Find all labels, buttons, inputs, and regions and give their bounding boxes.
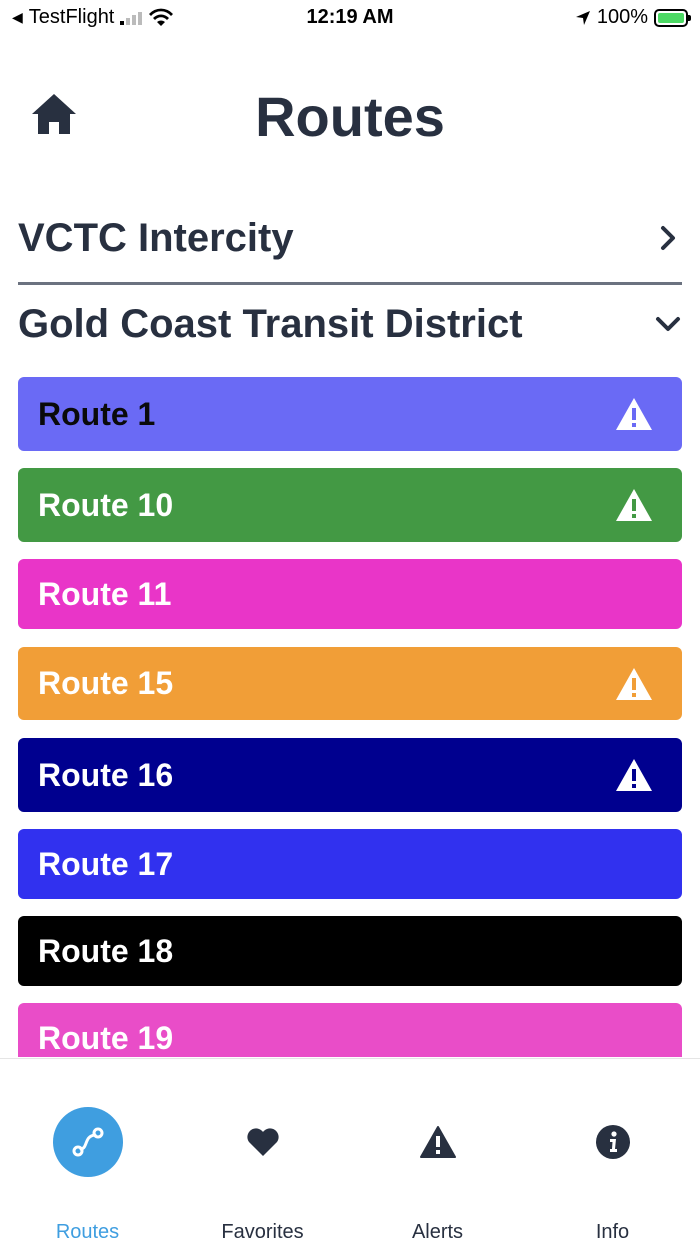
tab-routes[interactable]: Routes — [0, 1059, 175, 1244]
route-label: Route 10 — [38, 486, 174, 523]
tab-label: Favorites — [221, 1221, 304, 1243]
alert-icon — [616, 667, 652, 700]
battery-icon — [654, 8, 691, 27]
agency-row-gold-coast[interactable]: Gold Coast Transit District — [18, 284, 682, 364]
alert-triangle-icon — [403, 1107, 473, 1177]
tab-label: Routes — [55, 1221, 120, 1243]
route-item-1[interactable]: Route 1 — [18, 377, 682, 451]
chevron-down-icon — [656, 317, 680, 331]
tab-bar: Routes Favorites Alerts Info — [0, 1058, 700, 1244]
tab-label: Alerts — [411, 1221, 464, 1243]
header: Routes — [0, 80, 700, 150]
route-label: Route 17 — [38, 845, 174, 882]
route-label: Route 1 — [38, 395, 156, 432]
tab-favorites[interactable]: Favorites — [175, 1059, 350, 1244]
route-item-15[interactable]: Route 15 — [18, 647, 682, 720]
heart-icon — [228, 1107, 298, 1177]
route-item-11[interactable]: Route 11 — [18, 559, 682, 629]
route-label: Route 11 — [38, 575, 172, 612]
alert-icon — [616, 489, 652, 521]
route-label: Route 16 — [38, 756, 174, 793]
route-item-18[interactable]: Route 18 — [18, 916, 682, 986]
page-title: Routes — [255, 85, 445, 148]
route-label: Route 18 — [38, 932, 174, 969]
alert-icon — [616, 398, 652, 430]
agency-name: VCTC Intercity — [18, 215, 294, 260]
chevron-right-icon — [661, 226, 675, 250]
route-item-17[interactable]: Route 17 — [18, 829, 682, 899]
battery-percent: 100% — [596, 6, 648, 28]
tab-info[interactable]: Info — [525, 1059, 700, 1244]
agency-name: Gold Coast Transit District — [18, 301, 523, 346]
info-icon — [578, 1107, 648, 1177]
tab-alerts[interactable]: Alerts — [350, 1059, 525, 1244]
route-item-10[interactable]: Route 10 — [18, 468, 682, 542]
route-label: Route 19 — [38, 1019, 174, 1056]
alert-icon — [616, 759, 652, 791]
route-label: Route 15 — [38, 665, 174, 701]
tab-label: Info — [595, 1221, 630, 1243]
location-arrow-icon — [575, 10, 590, 25]
route-item-16[interactable]: Route 16 — [18, 738, 682, 812]
agency-row-vctc[interactable]: VCTC Intercity — [18, 198, 682, 278]
routes-list[interactable]: Route 1 Route 10 Route 11 Route 15 Route… — [18, 377, 682, 1057]
route-icon — [52, 1107, 123, 1177]
status-bar: ◀ TestFlight 12:19 AM 100% — [0, 0, 700, 36]
route-item-19[interactable]: Route 19 — [18, 1003, 682, 1057]
